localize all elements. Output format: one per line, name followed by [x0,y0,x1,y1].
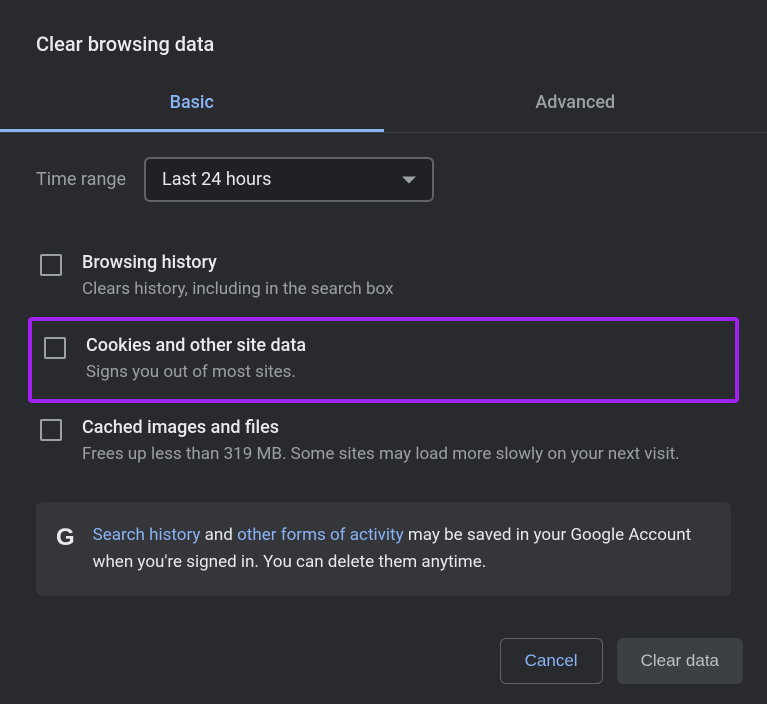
info-text-mid: and [200,525,237,545]
option-title: Cached images and files [82,417,731,438]
time-range-select[interactable]: Last 24 hours [144,157,434,202]
option-cached: Cached images and files Frees up less th… [32,403,731,482]
checkbox-browsing-history[interactable] [40,254,62,276]
option-text: Cached images and files Frees up less th… [82,417,731,468]
time-range-value: Last 24 hours [162,169,271,190]
chevron-down-icon [402,176,416,183]
link-other-activity[interactable]: other forms of activity [237,525,404,545]
clear-data-button[interactable]: Clear data [617,638,743,684]
clear-browsing-data-dialog: Clear browsing data Basic Advanced Time … [0,0,767,704]
option-desc: Clears history, including in the search … [82,277,731,303]
link-search-history[interactable]: Search history [93,525,201,545]
option-desc: Frees up less than 319 MB. Some sites ma… [82,442,731,468]
option-text: Cookies and other site data Signs you ou… [86,335,727,386]
info-text: Search history and other forms of activi… [93,522,711,576]
dialog-title: Clear browsing data [0,0,767,76]
option-title: Cookies and other site data [86,335,727,356]
option-browsing-history: Browsing history Clears history, includi… [32,238,731,317]
time-range-label: Time range [36,169,126,190]
tab-basic[interactable]: Basic [0,76,384,132]
checkbox-cached[interactable] [40,419,62,441]
dialog-buttons: Cancel Clear data [500,638,743,684]
option-title: Browsing history [82,252,731,273]
option-text: Browsing history Clears history, includi… [82,252,731,303]
tab-advanced[interactable]: Advanced [384,76,767,132]
google-account-info: G Search history and other forms of acti… [36,502,731,596]
cancel-button[interactable]: Cancel [500,638,603,684]
checkbox-cookies[interactable] [44,337,66,359]
option-cookies: Cookies and other site data Signs you ou… [28,317,739,404]
google-icon: G [56,524,75,552]
tabs: Basic Advanced [0,76,767,133]
dialog-content: Time range Last 24 hours Browsing histor… [0,133,767,596]
option-desc: Signs you out of most sites. [86,360,727,386]
time-range-row: Time range Last 24 hours [36,157,731,202]
